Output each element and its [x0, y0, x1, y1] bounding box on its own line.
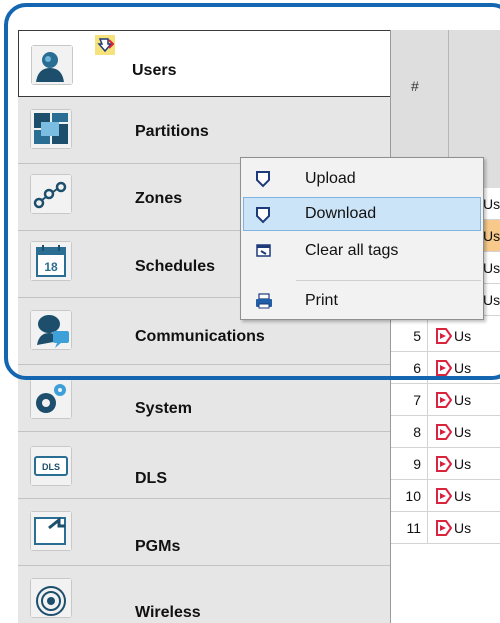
sidebar-item-system[interactable]: System — [18, 365, 390, 432]
menu-item-label: Download — [305, 205, 377, 222]
user-tag-icon — [435, 519, 453, 542]
dls-badge-text: DLS — [42, 462, 60, 472]
sidebar: Users Partitions Zones 18 Schedules Comm… — [18, 30, 390, 623]
row-divider — [427, 480, 428, 512]
row-number: 11 — [406, 520, 421, 536]
sidebar-item-label: Wireless — [135, 604, 201, 621]
table-row[interactable]: Us — [483, 284, 500, 316]
row-user-text: Us — [483, 228, 500, 244]
table-row[interactable]: 5 Us — [391, 320, 500, 352]
row-divider — [427, 320, 428, 352]
print-icon — [255, 292, 273, 315]
dls-icon: DLS — [30, 446, 72, 486]
menu-item-label: Clear all tags — [305, 242, 399, 259]
user-tag-icon — [435, 423, 453, 446]
row-number: 10 — [405, 488, 421, 504]
user-tag-icon — [435, 327, 453, 350]
menu-item-clear-all-tags[interactable]: Clear all tags — [243, 234, 481, 268]
sidebar-item-label: Communications — [135, 328, 265, 345]
row-number: 5 — [413, 328, 421, 344]
sidebar-item-partitions[interactable]: Partitions — [18, 97, 390, 164]
menu-item-label: Upload — [305, 170, 356, 187]
sidebar-item-dls[interactable]: DLS DLS — [18, 432, 390, 499]
row-divider — [427, 448, 428, 480]
column-header-number[interactable]: # — [411, 78, 419, 94]
sidebar-item-label: Partitions — [135, 123, 209, 140]
download-icon — [255, 206, 271, 229]
user-tag-icon — [435, 455, 453, 478]
menu-item-download[interactable]: Download — [243, 197, 481, 231]
zones-icon — [30, 174, 72, 214]
schedules-icon: 18 — [30, 241, 72, 281]
row-user-text: Us — [454, 488, 472, 504]
sync-badge-icon — [95, 35, 115, 60]
row-user-text: Us — [483, 292, 500, 308]
table-row[interactable]: 6 Us — [391, 352, 500, 384]
partitions-icon — [30, 109, 72, 149]
row-user-text: Us — [483, 260, 500, 276]
table-row-highlighted[interactable]: Us — [483, 220, 500, 252]
row-divider — [427, 416, 428, 448]
calendar-day: 18 — [44, 260, 58, 274]
table-row[interactable]: Us — [483, 188, 500, 220]
row-user-text: Us — [454, 360, 472, 376]
table-row[interactable]: Us — [483, 252, 500, 284]
context-menu: Upload Download Clear all tags Print — [240, 157, 484, 320]
row-number: 7 — [413, 392, 421, 408]
pgms-icon — [30, 511, 72, 551]
table-row[interactable]: 11 Us — [391, 512, 500, 544]
row-user-text: Us — [454, 456, 472, 472]
sidebar-item-label: Users — [132, 62, 177, 79]
users-icon — [31, 45, 73, 85]
table-row[interactable]: 8 Us — [391, 416, 500, 448]
sidebar-item-users[interactable]: Users — [18, 30, 390, 97]
menu-item-upload[interactable]: Upload — [243, 162, 481, 196]
clear-tags-icon — [255, 242, 273, 265]
communications-icon — [30, 310, 72, 350]
users-grid: # Us Us Us Us 5 Us 6 Us 7 Us 8 Us 9 Us 1… — [390, 30, 500, 623]
row-number: 9 — [413, 456, 421, 472]
table-row[interactable]: 10 Us — [391, 480, 500, 512]
menu-separator — [296, 280, 481, 281]
wireless-icon — [30, 578, 72, 618]
sidebar-item-wireless[interactable]: Wireless — [18, 566, 390, 623]
table-row[interactable]: 7 Us — [391, 384, 500, 416]
row-divider — [427, 352, 428, 384]
row-number: 6 — [413, 360, 421, 376]
table-row[interactable]: 9 Us — [391, 448, 500, 480]
system-icon — [30, 379, 72, 419]
sidebar-item-pgms[interactable]: PGMs — [18, 499, 390, 566]
sidebar-item-label: DLS — [135, 470, 167, 487]
row-user-text: Us — [454, 328, 472, 344]
user-tag-icon — [435, 391, 453, 414]
row-number: 8 — [413, 424, 421, 440]
menu-item-label: Print — [305, 292, 338, 309]
user-tag-icon — [435, 359, 453, 382]
app-window: Users Partitions Zones 18 Schedules Comm… — [0, 0, 500, 623]
sidebar-item-label: System — [135, 400, 192, 417]
sidebar-item-label: Zones — [135, 190, 183, 207]
row-user-text: Us — [454, 520, 472, 536]
row-divider — [427, 384, 428, 416]
sidebar-item-label: Schedules — [135, 258, 216, 275]
upload-icon — [255, 170, 271, 193]
sidebar-item-label: PGMs — [135, 538, 181, 555]
row-user-text: Us — [454, 424, 472, 440]
row-user-text: Us — [483, 196, 500, 212]
menu-item-print[interactable]: Print — [243, 284, 481, 318]
user-tag-icon — [435, 487, 453, 510]
row-divider — [427, 512, 428, 544]
row-user-text: Us — [454, 392, 472, 408]
